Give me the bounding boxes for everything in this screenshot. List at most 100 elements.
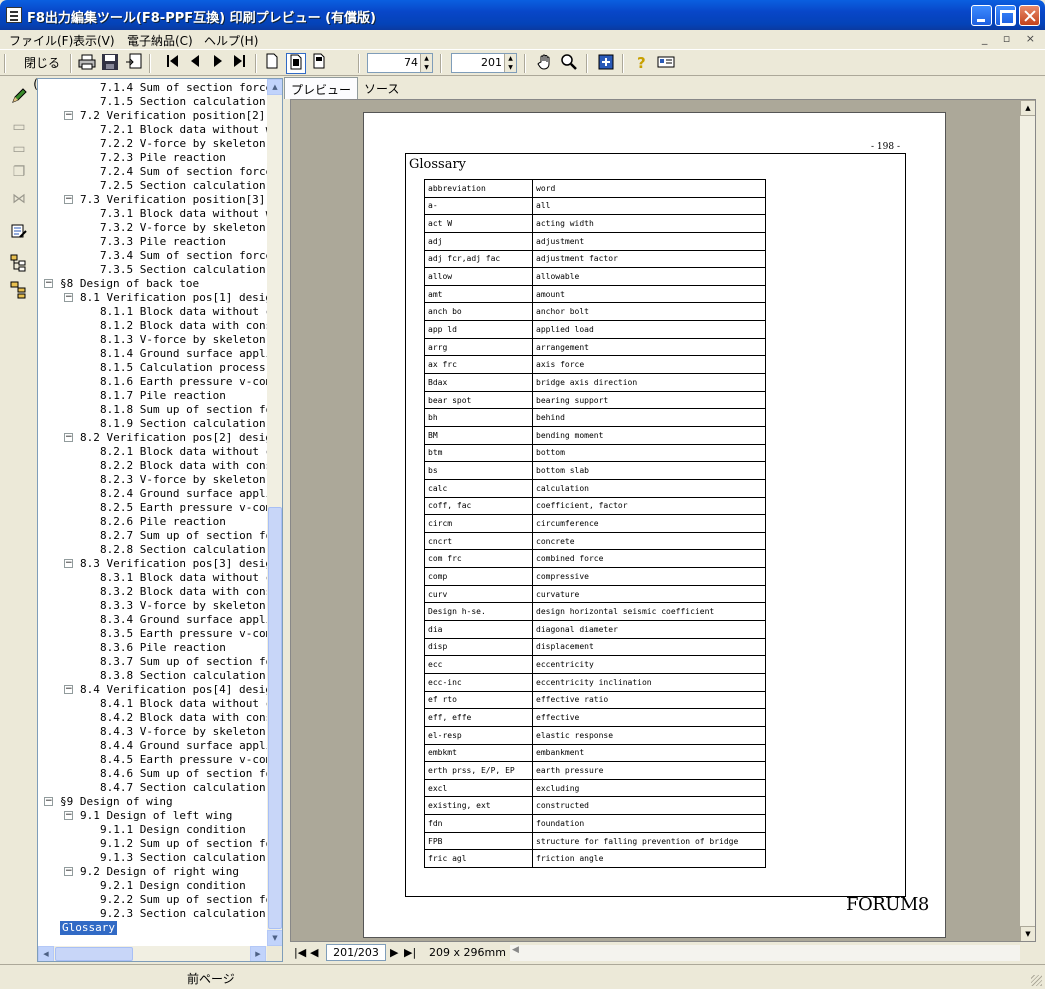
app-icon[interactable] [6,7,22,23]
tree-item[interactable]: 7.3.3 Pile reaction [100,235,226,249]
tree-item[interactable]: 8.3.7 Sum up of section forc [100,655,267,669]
info-card-icon[interactable] [656,53,676,74]
first-page-icon[interactable] [162,53,182,74]
tree-item[interactable]: 8.4.4 Ground surface appliec [100,739,267,753]
last-page-icon[interactable] [230,53,250,74]
page-indicator[interactable]: 201/203 [326,944,386,961]
tree-collapse-toggle[interactable]: − [64,433,73,442]
tab-source[interactable]: ソース [358,77,405,99]
tree-item[interactable]: 8.4.6 Sum up of section forc [100,767,267,781]
tree-item[interactable]: 8.4.1 Block data without cor [100,697,267,711]
tree-item[interactable]: 8.2.4 Ground surface appliec [100,487,267,501]
menu-view[interactable]: 表示(V) [73,32,115,49]
tree-item[interactable]: 9.2.1 Design condition [100,879,246,893]
tree-item[interactable]: 9.2 Design of right wing [80,865,239,879]
tree-item[interactable]: 7.3.5 Section calculation [100,263,266,277]
page-spinner[interactable]: 74 ▲ ▼ [367,53,433,73]
copy-tool-icon[interactable]: ❐ [7,160,31,184]
tab-preview[interactable]: プレビュー [284,77,359,99]
tree-collapse-toggle[interactable]: − [64,559,73,568]
close-preview-button[interactable]: 閉じる(X) [16,53,68,91]
tree-item[interactable]: 8.1.2 Block data with consic [100,319,267,333]
tree-item[interactable]: 7.2.4 Sum of section force [100,165,267,179]
tree-vertical-scrollbar[interactable]: ▲ ▼ [267,79,282,946]
tree-item[interactable]: 8.4.5 Earth pressure v-compc [100,753,267,767]
tree-item[interactable]: 9.2.3 Section calculation [100,907,266,921]
tree-edit-icon[interactable] [7,219,31,243]
tree-collapse-toggle[interactable]: − [44,279,53,288]
tree-item[interactable]: 8.2.5 Earth pressure v-compc [100,501,267,515]
tree-item[interactable]: 7.2.2 V-force by skeleton se [100,137,267,151]
zoom-spinner-value[interactable]: 201 [481,56,502,69]
tree-item[interactable]: 8.3.8 Section calculation [100,669,266,683]
tree-item[interactable]: 8.3.6 Pile reaction [100,641,226,655]
tree-item[interactable]: 7.2.1 Block data without wa [100,123,267,137]
tree-item[interactable]: §9 Design of wing [60,795,173,809]
tree-collapse-toggle[interactable]: − [64,811,73,820]
fit-page-icon[interactable] [286,53,306,74]
tree-item[interactable]: 8.4.2 Block data with consic [100,711,267,725]
save-icon[interactable] [100,53,120,74]
scroll-right-button[interactable]: ▶ [250,946,266,961]
tree-item[interactable]: 8.3.3 V-force by skeleton se [100,599,267,613]
tree-item[interactable]: 8.2.8 Section calculation [100,543,266,557]
export-icon[interactable] [124,53,144,74]
tree-item[interactable]: 8.4.7 Section calculation [100,781,266,795]
tree-item[interactable]: 8.2.1 Block data without cor [100,445,267,459]
next-page-icon[interactable] [208,53,228,74]
tree-item[interactable]: 8.1.7 Pile reaction [100,389,226,403]
preview-horizontal-scrollbar[interactable]: ◀ [510,945,1020,961]
pen-edit-icon[interactable] [7,84,31,108]
scroll-thumb[interactable] [268,507,282,929]
tree-item[interactable]: 8.2.7 Sum up of section forc [100,529,267,543]
tree-item[interactable]: 8.4.3 V-force by skeleton se [100,725,267,739]
tree-item[interactable]: 7.3 Verification position[3] de [80,193,267,207]
split-tool-icon[interactable]: ⋈ [7,187,31,211]
tree-item[interactable]: 8.2 Verification pos[2] design [80,431,267,445]
tree-item[interactable]: 7.2.3 Pile reaction [100,151,226,165]
magnifier-icon[interactable] [559,53,579,74]
tree-collapse-toggle[interactable]: − [64,111,73,120]
hscroll-thumb[interactable] [55,947,133,961]
print-icon[interactable] [77,53,97,74]
tree-item[interactable]: 9.1 Design of left wing [80,809,232,823]
tree-item[interactable]: 7.2 Verification position[2] de [80,109,267,123]
tree-item[interactable]: 7.3.4 Sum of section force [100,249,267,263]
tree-item[interactable]: 8.1.1 Block data without cor [100,305,267,319]
tree-list[interactable]: 7.1.4 Sum of section force 7.1.5 Section … [38,79,267,946]
tree-item[interactable]: 8.1.3 V-force by skeleton se [100,333,267,347]
zoom-spinner-arrows[interactable]: ▲ ▼ [504,54,516,72]
outline-tree[interactable]: 7.1.4 Sum of section force 7.1.5 Section … [37,78,283,962]
tree-item[interactable]: 7.1.4 Sum of section force [100,81,267,95]
tree-item[interactable]: 8.3.2 Block data with consic [100,585,267,599]
resize-grip[interactable] [1031,975,1042,986]
page-spinner-value[interactable]: 74 [404,56,418,69]
tree-item[interactable]: 8.4 Verification pos[4] design [80,683,267,697]
preview-scroll-down-button[interactable]: ▼ [1020,926,1035,941]
tree-item[interactable]: 7.2.5 Section calculation [100,179,266,193]
help-icon[interactable]: ? [632,53,652,74]
tree-horizontal-scrollbar[interactable]: ◀ ▶ [38,946,267,961]
mdi-window-controls[interactable]: _ ▫ × [982,32,1041,45]
tree-item-selected[interactable]: Glossary [60,921,117,935]
menu-electronic-delivery[interactable]: 電子納品(C) [127,32,193,49]
tree-item[interactable]: 8.2.2 Block data with consic [100,459,267,473]
tree-item[interactable]: 7.1.5 Section calculation [100,95,266,109]
tree-item[interactable]: §8 Design of back toe [60,277,199,291]
scroll-up-button[interactable]: ▲ [267,79,282,95]
single-page-icon[interactable] [262,53,282,74]
preview-scroll-up-button[interactable]: ▲ [1020,100,1035,116]
tree-item[interactable]: 7.3.1 Block data without wa [100,207,267,221]
tree-item[interactable]: 9.1.2 Sum up of section forc [100,837,267,851]
page-spinner-arrows[interactable]: ▲ ▼ [420,54,432,72]
nav-prev-icon[interactable]: ◀ [310,946,318,959]
tree-item[interactable]: 8.1 Verification pos[1] design [80,291,267,305]
tree-collapse-toggle[interactable]: − [64,195,73,204]
page-tool-icon[interactable]: ▭ [7,115,31,139]
title-bar[interactable]: F8出力編集ツール(F8-PPF互換) 印刷プレビュー (有償版) [0,0,1045,30]
tree-collapse-toggle[interactable]: − [64,293,73,302]
fit-width-icon[interactable] [309,53,329,74]
tree-item[interactable]: 8.2.3 V-force by skeleton se [100,473,267,487]
settings-icon[interactable] [596,53,616,74]
tree-item[interactable]: 8.3 Verification pos[3] design [80,557,267,571]
